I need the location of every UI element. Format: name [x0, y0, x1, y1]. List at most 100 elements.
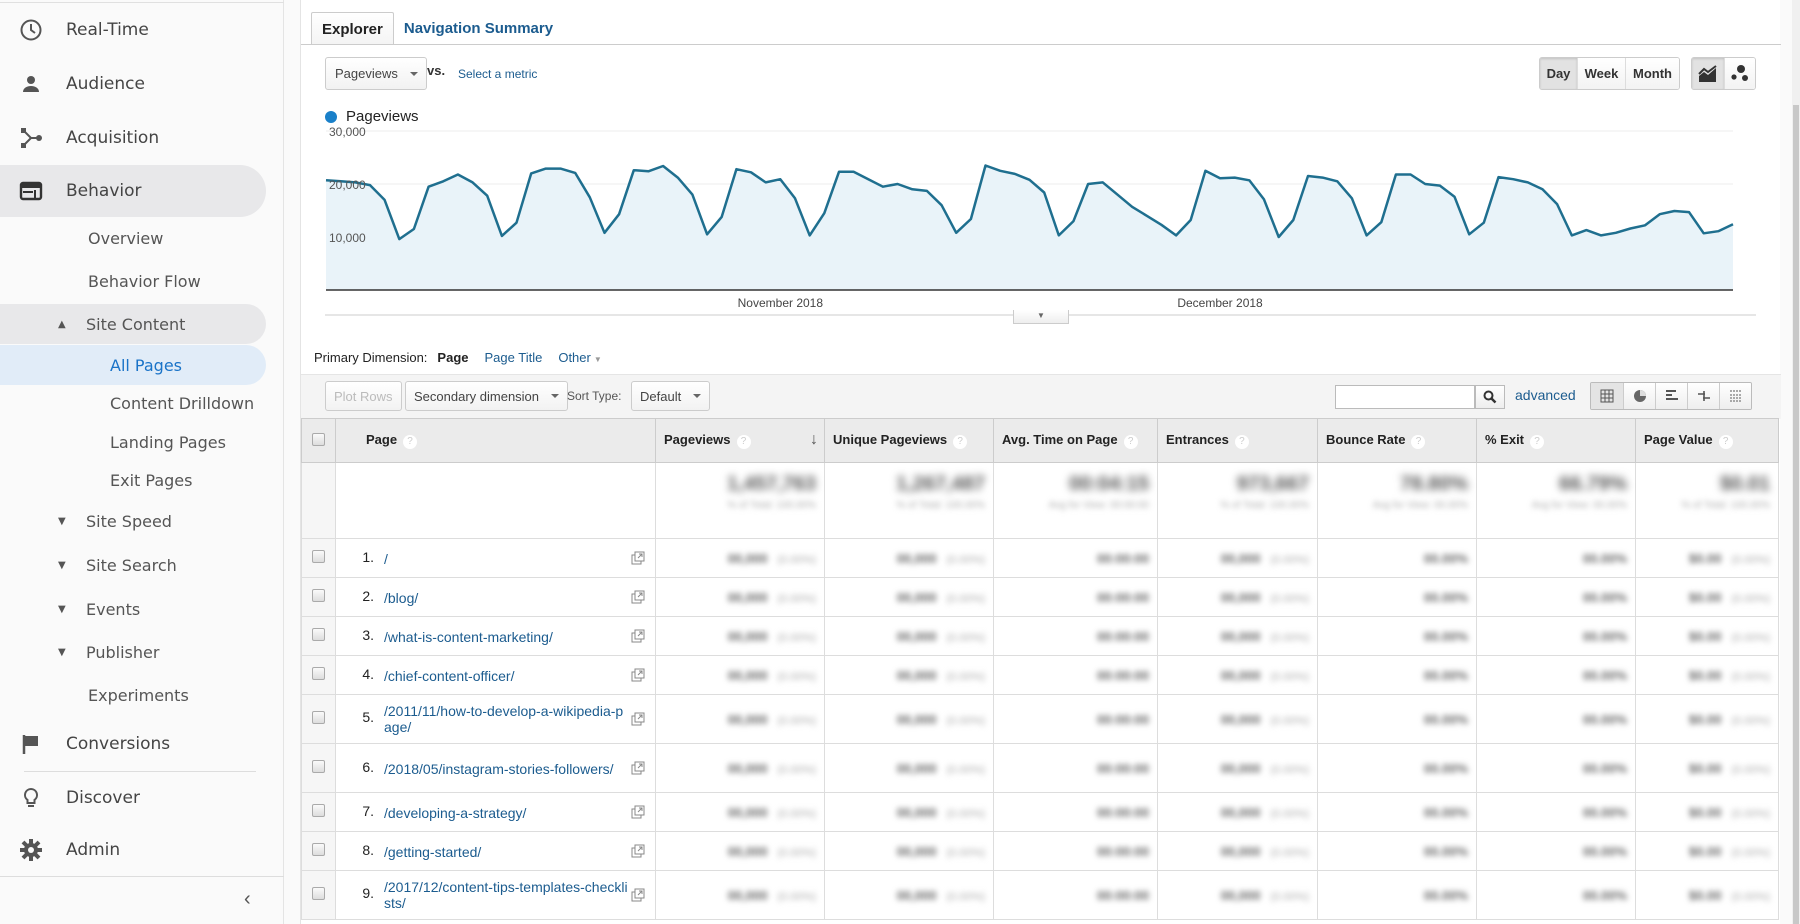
data-point[interactable]	[732, 165, 740, 173]
column-header-unique-pageviews[interactable]: Unique Pageviews?	[824, 418, 994, 463]
data-point[interactable]	[1495, 173, 1503, 181]
data-point[interactable]	[1143, 212, 1151, 220]
data-point[interactable]	[835, 168, 843, 176]
data-point[interactable]	[1714, 227, 1722, 235]
data-point[interactable]	[337, 177, 345, 185]
page-link[interactable]: /getting-started/	[384, 844, 629, 860]
primary-dimension-page-title[interactable]: Page Title	[485, 350, 543, 365]
expand-chart-handle[interactable]: ▼	[1013, 310, 1069, 324]
data-point[interactable]	[1113, 191, 1121, 199]
data-point[interactable]	[1451, 193, 1459, 201]
data-point[interactable]	[1216, 174, 1224, 182]
row-checkbox[interactable]	[312, 887, 325, 900]
page-link[interactable]: /	[384, 551, 629, 567]
data-point[interactable]	[1538, 185, 1546, 193]
data-point[interactable]	[703, 230, 711, 238]
help-icon[interactable]: ?	[1123, 435, 1138, 449]
data-point[interactable]	[454, 170, 462, 178]
data-point[interactable]	[1172, 231, 1180, 239]
data-point[interactable]	[1641, 221, 1649, 229]
open-page-external-icon[interactable]	[631, 551, 645, 565]
data-point[interactable]	[557, 165, 565, 173]
row-checkbox[interactable]	[312, 804, 325, 817]
data-point[interactable]	[395, 235, 403, 243]
data-point[interactable]	[762, 178, 770, 186]
data-point[interactable]	[571, 169, 579, 177]
data-point[interactable]	[1685, 208, 1693, 216]
data-point[interactable]	[366, 181, 374, 189]
sidebar-item-audience[interactable]: Audience	[0, 58, 266, 110]
data-point[interactable]	[864, 175, 872, 183]
data-point[interactable]	[1201, 167, 1209, 175]
data-point[interactable]	[1729, 220, 1737, 228]
data-point[interactable]	[1480, 219, 1488, 227]
data-point[interactable]	[806, 231, 814, 239]
collapse-sidebar-chevron-icon[interactable]: ‹	[244, 888, 251, 911]
data-point[interactable]	[1626, 225, 1634, 233]
page-link[interactable]: /blog/	[384, 590, 629, 606]
help-icon[interactable]: ?	[1530, 435, 1545, 449]
metric-select[interactable]: Pageviews	[325, 57, 427, 90]
sidebar-item-conversions[interactable]: Conversions	[0, 718, 266, 770]
data-point[interactable]	[1700, 229, 1708, 237]
data-point[interactable]	[1568, 231, 1576, 239]
row-checkbox[interactable]	[312, 843, 325, 856]
sidebar-item-admin[interactable]: Admin	[0, 824, 266, 876]
data-point[interactable]	[1392, 170, 1400, 178]
sidebar-item-exit-pages[interactable]: Exit Pages	[0, 460, 266, 500]
line-chart-button[interactable]	[1692, 58, 1724, 89]
data-point[interactable]	[1069, 217, 1077, 225]
data-point[interactable]	[820, 209, 828, 217]
data-point[interactable]	[688, 191, 696, 199]
data-point[interactable]	[1026, 176, 1034, 184]
sidebar-item-behavior-flow[interactable]: Behavior Flow	[0, 261, 266, 301]
sidebar-item-site-content[interactable]: ▲ Site Content	[0, 304, 266, 344]
data-point[interactable]	[1363, 231, 1371, 239]
data-point[interactable]	[1304, 172, 1312, 180]
sidebar-item-acquisition[interactable]: Acquisition	[0, 112, 266, 164]
data-point[interactable]	[381, 196, 389, 204]
column-header-entrances[interactable]: Entrances?	[1157, 418, 1318, 463]
page-link[interactable]: /developing-a-strategy/	[384, 805, 629, 821]
data-point[interactable]	[1011, 170, 1019, 178]
data-point[interactable]	[1231, 174, 1239, 182]
data-point[interactable]	[410, 225, 418, 233]
sidebar-item-events[interactable]: ▼ Events	[0, 589, 266, 629]
data-point[interactable]	[1348, 194, 1356, 202]
data-point[interactable]	[1333, 177, 1341, 185]
column-header-pageviews[interactable]: Pageviews? ↓	[655, 418, 825, 463]
table-search-input[interactable]	[1335, 385, 1475, 409]
page-link[interactable]: /2018/05/instagram-stories-followers/	[384, 761, 629, 777]
data-point[interactable]	[850, 168, 858, 176]
data-point[interactable]	[1553, 200, 1561, 208]
select-a-metric-link[interactable]: Select a metric	[458, 67, 537, 81]
data-point[interactable]	[1289, 216, 1297, 224]
column-header-page[interactable]: Page?	[335, 418, 656, 463]
help-icon[interactable]: ?	[1411, 435, 1426, 449]
data-point[interactable]	[938, 201, 946, 209]
data-point[interactable]	[1040, 188, 1048, 196]
data-point[interactable]	[1612, 229, 1620, 237]
data-point[interactable]	[439, 177, 447, 185]
data-point[interactable]	[1157, 221, 1165, 229]
data-point[interactable]	[483, 192, 491, 200]
help-icon[interactable]: ?	[1718, 435, 1733, 449]
data-point[interactable]	[469, 178, 477, 186]
page-link[interactable]: /2011/11/how-to-develop-a-wikipedia-page…	[384, 703, 629, 735]
data-point[interactable]	[908, 185, 916, 193]
sidebar-item-behavior[interactable]: Behavior	[0, 165, 266, 217]
page-scrollbar[interactable]	[1792, 0, 1800, 924]
data-point[interactable]	[996, 167, 1004, 175]
search-button[interactable]	[1475, 385, 1505, 409]
month-button[interactable]: Month	[1625, 58, 1679, 89]
column-header-page-value[interactable]: Page Value?	[1635, 418, 1779, 463]
data-point[interactable]	[600, 229, 608, 237]
row-checkbox[interactable]	[312, 628, 325, 641]
data-point[interactable]	[747, 168, 755, 176]
term-cloud-view-button[interactable]	[1719, 383, 1751, 409]
sidebar-item-experiments[interactable]: Experiments	[0, 675, 266, 715]
week-button[interactable]: Week	[1577, 58, 1625, 89]
data-point[interactable]	[1524, 178, 1532, 186]
motion-chart-button[interactable]	[1724, 58, 1755, 89]
row-checkbox[interactable]	[312, 667, 325, 680]
